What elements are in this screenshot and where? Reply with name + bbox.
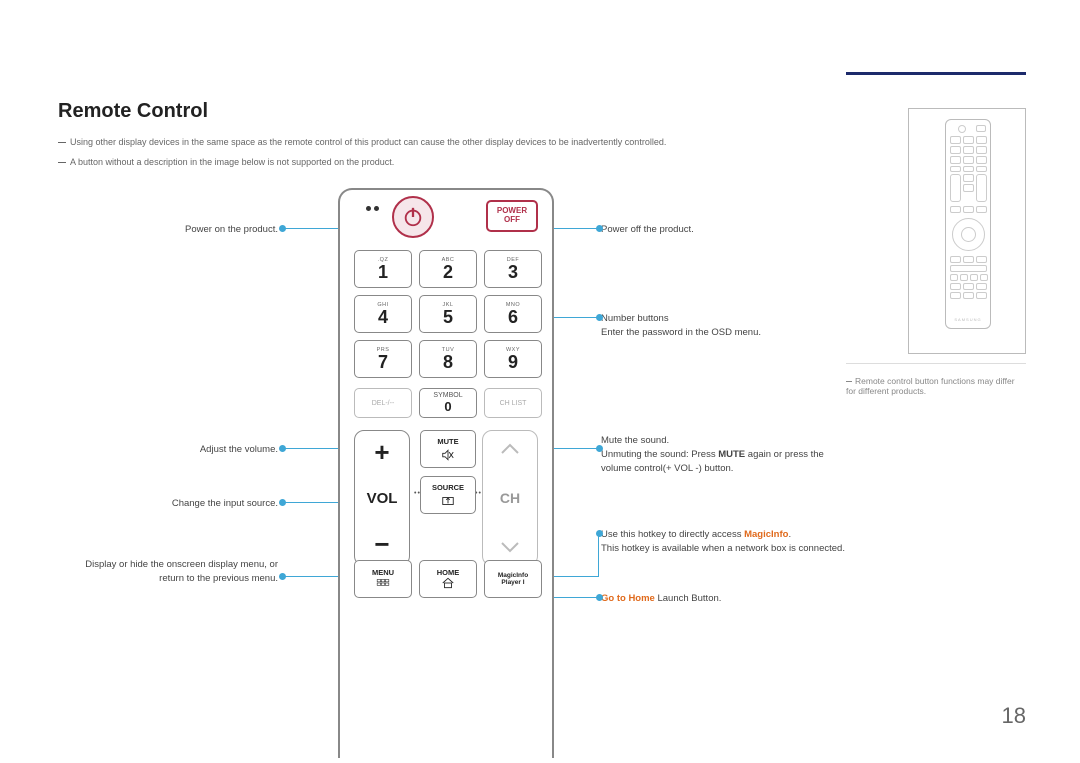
menu-icon bbox=[376, 577, 390, 589]
key-del: DEL-/-- bbox=[354, 388, 412, 418]
channel-rocker: CH bbox=[482, 430, 538, 566]
key-5: JKL5 bbox=[419, 295, 477, 333]
mute-button: MUTE bbox=[420, 430, 476, 468]
remote-thumbnail-box: SAMSUNG bbox=[908, 108, 1026, 354]
leader-dot bbox=[279, 499, 286, 506]
callout-power-off: Power off the product. bbox=[601, 223, 851, 237]
volume-down-icon: − bbox=[374, 531, 389, 557]
leader-dot bbox=[596, 445, 603, 452]
home-icon bbox=[441, 577, 455, 589]
leader-dot bbox=[596, 530, 603, 537]
key-9: WXY9 bbox=[484, 340, 542, 378]
source-icon bbox=[441, 494, 455, 508]
key-4: GHI4 bbox=[354, 295, 412, 333]
thumbnail-note: Remote control button functions may diff… bbox=[846, 376, 1026, 396]
volume-up-icon: + bbox=[374, 439, 389, 465]
magicinfo-button: MagicInfo Player I bbox=[484, 560, 542, 598]
menu-button: MENU bbox=[354, 560, 412, 598]
ir-led-icon bbox=[374, 206, 379, 211]
power-off-button: POWER OFF bbox=[486, 200, 538, 232]
key-2: ABC2 bbox=[419, 250, 477, 288]
divider bbox=[846, 363, 1026, 364]
leader-dot bbox=[279, 225, 286, 232]
number-pad: .QZ1 ABC2 DEF3 GHI4 JKL5 MNO6 PRS7 TUV8 … bbox=[354, 250, 542, 378]
home-button: HOME bbox=[419, 560, 477, 598]
mid-column: MUTE SOURCE bbox=[420, 430, 476, 514]
leader-dot bbox=[596, 594, 603, 601]
chevron-down-icon bbox=[500, 541, 520, 553]
remote-thumbnail: SAMSUNG bbox=[945, 119, 991, 329]
note-2: A button without a description in the im… bbox=[58, 156, 394, 169]
key-1: .QZ1 bbox=[354, 250, 412, 288]
callout-home: Go to Home Launch Button. bbox=[601, 592, 851, 606]
volume-rocker: + VOL − bbox=[354, 430, 410, 566]
leader-dot bbox=[279, 573, 286, 580]
callout-numbers: Number buttons Enter the password in the… bbox=[601, 312, 851, 340]
leader-line bbox=[598, 533, 599, 577]
page-title: Remote Control bbox=[58, 100, 208, 123]
note-1: Using other display devices in the same … bbox=[58, 136, 666, 149]
callout-magicinfo: Use this hotkey to directly access Magic… bbox=[601, 528, 851, 556]
callout-power-on: Power on the product. bbox=[58, 223, 278, 237]
key-symbol: SYMBOL 0 bbox=[419, 388, 477, 418]
key-7: PRS7 bbox=[354, 340, 412, 378]
ir-led-icon bbox=[366, 206, 371, 211]
key-6: MNO6 bbox=[484, 295, 542, 333]
chevron-up-icon bbox=[500, 443, 520, 455]
power-on-button bbox=[392, 196, 434, 238]
key-ch-list: CH LIST bbox=[484, 388, 542, 418]
callout-source: Change the input source. bbox=[58, 497, 278, 511]
mute-icon bbox=[441, 448, 455, 462]
leader-dot bbox=[596, 314, 603, 321]
power-icon bbox=[402, 206, 424, 228]
dots-icon: •• bbox=[475, 490, 482, 497]
callout-menu: Display or hide the onscreen display men… bbox=[58, 558, 278, 586]
page-number: 18 bbox=[1002, 703, 1026, 729]
key-3: DEF3 bbox=[484, 250, 542, 288]
remote-illustration: POWER OFF .QZ1 ABC2 DEF3 GHI4 JKL5 MNO6 … bbox=[338, 188, 554, 758]
top-accent bbox=[846, 72, 1026, 75]
key-8: TUV8 bbox=[419, 340, 477, 378]
leader-dot bbox=[596, 225, 603, 232]
row-4: DEL-/-- SYMBOL 0 CH LIST bbox=[354, 388, 542, 418]
callout-mute: Mute the sound. Unmuting the sound: Pres… bbox=[601, 434, 841, 475]
brand-text: SAMSUNG bbox=[946, 317, 990, 322]
callout-volume: Adjust the volume. bbox=[58, 443, 278, 457]
bottom-row: MENU HOME MagicInfo Player I bbox=[354, 560, 542, 598]
leader-dot bbox=[279, 445, 286, 452]
source-button: SOURCE bbox=[420, 476, 476, 514]
